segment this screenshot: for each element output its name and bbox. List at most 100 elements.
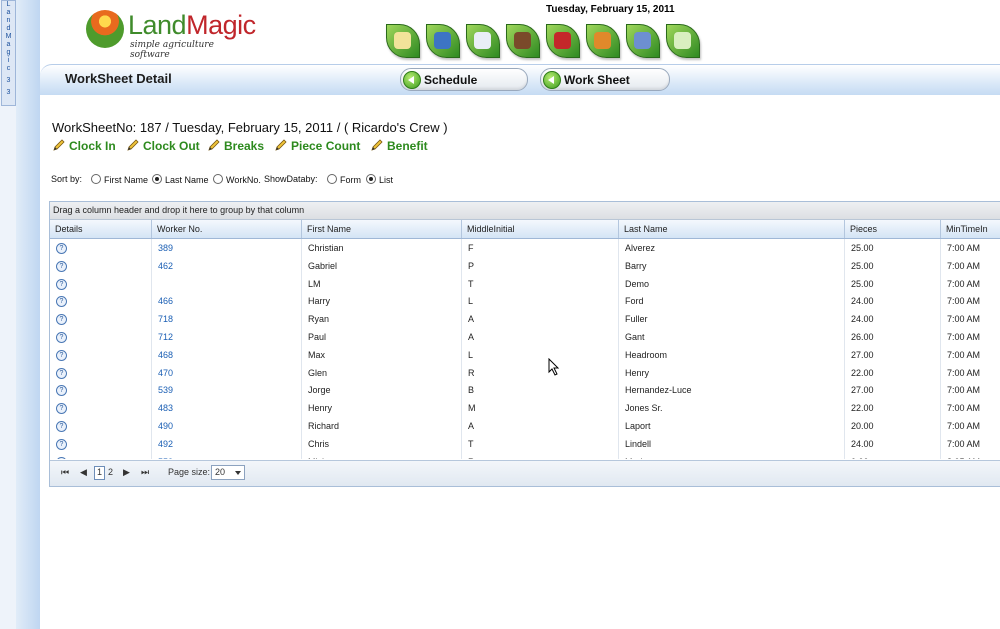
column-header-last-name[interactable]: Last Name bbox=[619, 220, 845, 238]
cell-text: 25.00 bbox=[851, 243, 874, 253]
details-cell: ? bbox=[50, 417, 152, 435]
first-page-icon[interactable]: ⏮ bbox=[61, 467, 69, 478]
table-cell: Richard bbox=[302, 417, 462, 435]
table-row[interactable]: ? 462 Gabriel P Barry 25.00 7:00 AM bbox=[50, 256, 1000, 275]
show-list[interactable]: List bbox=[366, 174, 393, 185]
show-form[interactable]: Form bbox=[327, 174, 361, 185]
clock-person-icon[interactable] bbox=[466, 24, 500, 58]
grid-body: ? 389 Christian F Alverez 25.00 7:00 AM? 462 Gab… bbox=[50, 239, 1000, 459]
table-cell: L bbox=[462, 345, 619, 364]
produce-glyph bbox=[594, 32, 611, 49]
column-header-pieces[interactable]: Pieces bbox=[845, 220, 941, 238]
group-panel[interactable]: Drag a column header and drop it here to… bbox=[50, 202, 1000, 220]
barn-icon[interactable] bbox=[546, 24, 580, 58]
details-help-icon[interactable]: ? bbox=[56, 385, 67, 397]
money-icon[interactable] bbox=[666, 24, 700, 58]
sort-first-name[interactable]: First Name bbox=[91, 174, 148, 185]
action-benefit[interactable]: Benefit bbox=[370, 138, 428, 158]
table-row[interactable]: ? 492 Chris T Lindell 24.00 7:00 AM bbox=[50, 434, 1000, 453]
pencil-icon bbox=[371, 139, 383, 151]
details-help-icon[interactable]: ? bbox=[56, 296, 67, 308]
cell-text: 7:00 AM bbox=[947, 296, 981, 307]
page-1-button[interactable]: 1 bbox=[94, 466, 105, 480]
cell-text: R bbox=[468, 367, 475, 378]
prev-page-icon[interactable]: ◀ bbox=[80, 467, 87, 478]
column-header-mintimein[interactable]: MinTimeIn bbox=[941, 220, 1000, 238]
worker-no-link[interactable]: 492 bbox=[152, 434, 302, 453]
worker-no-link[interactable]: 462 bbox=[152, 256, 302, 275]
table-cell: Glen bbox=[302, 363, 462, 382]
worker-no-link[interactable] bbox=[152, 274, 302, 293]
worker-no-link[interactable]: 490 bbox=[152, 417, 302, 435]
details-help-icon[interactable]: ? bbox=[56, 438, 67, 450]
table-cell: 8:05 AM bbox=[941, 453, 1000, 459]
schedule-button[interactable]: Schedule bbox=[400, 68, 528, 91]
page-2-button[interactable]: 2 bbox=[108, 467, 113, 477]
worker-no-link[interactable]: 553 bbox=[152, 452, 302, 459]
radio-icon bbox=[327, 174, 337, 184]
cell-text: Henry bbox=[625, 367, 650, 378]
table-row[interactable]: ? 466 Harry L Ford 24.00 7:00 AM bbox=[50, 292, 1000, 311]
table-cell: 7:00 AM bbox=[941, 257, 1000, 275]
table-cell: 25.00 bbox=[845, 239, 941, 257]
worker-no-link[interactable]: 468 bbox=[152, 345, 302, 364]
sort-last-name[interactable]: Last Name bbox=[152, 174, 209, 185]
action-breaks[interactable]: Breaks bbox=[207, 138, 264, 158]
column-header-details[interactable]: Details bbox=[50, 220, 152, 238]
produce-icon[interactable] bbox=[586, 24, 620, 58]
house-icon[interactable] bbox=[506, 24, 540, 58]
worksheet-button[interactable]: Work Sheet bbox=[540, 68, 670, 91]
last-page-icon[interactable]: ⏭ bbox=[141, 467, 149, 478]
table-row[interactable]: ? LM T Demo 25.00 7:00 AM bbox=[50, 274, 1000, 293]
worker-no-link[interactable]: 466 bbox=[152, 292, 302, 311]
details-help-icon[interactable]: ? bbox=[56, 349, 67, 361]
details-help-icon[interactable]: ? bbox=[56, 332, 67, 343]
cell-text: L bbox=[468, 349, 474, 360]
worker-no-link[interactable]: 539 bbox=[152, 381, 302, 400]
page-size-select[interactable]: 20 bbox=[211, 465, 245, 480]
column-header-middleinitial[interactable]: MiddleInitial bbox=[462, 220, 619, 238]
action-clock-out[interactable]: Clock Out bbox=[126, 138, 200, 158]
table-row[interactable]: ? 483 Henry M Jones Sr. 22.00 7:00 AM bbox=[50, 399, 1000, 418]
logo-main: Land bbox=[128, 10, 187, 40]
worker-no-link[interactable]: 712 bbox=[152, 328, 302, 346]
details-help-icon[interactable]: ? bbox=[56, 260, 67, 272]
column-header-worker-no[interactable]: Worker No. bbox=[152, 220, 302, 238]
worker-no-link[interactable]: 718 bbox=[152, 310, 302, 329]
table-row[interactable]: ? 712 Paul A Gant 26.00 7:00 AM bbox=[50, 328, 1000, 346]
table-row[interactable]: ? 718 Ryan A Fuller 24.00 7:00 AM bbox=[50, 310, 1000, 329]
next-page-icon[interactable]: ▶ bbox=[123, 467, 130, 478]
details-help-icon[interactable]: ? bbox=[56, 243, 67, 254]
worker-no-link[interactable]: 389 bbox=[152, 239, 302, 257]
table-cell: P bbox=[462, 256, 619, 275]
worker-no-link[interactable]: 483 bbox=[152, 399, 302, 418]
table-row[interactable]: ? 490 Richard A Laport 20.00 7:00 AM bbox=[50, 417, 1000, 435]
details-help-icon[interactable]: ? bbox=[56, 421, 67, 432]
details-help-icon[interactable]: ? bbox=[56, 367, 67, 379]
table-row[interactable]: ? 468 Max L Headroom 27.00 7:00 AM bbox=[50, 345, 1000, 364]
column-header-first-name[interactable]: First Name bbox=[302, 220, 462, 238]
details-help-icon[interactable]: ? bbox=[56, 456, 67, 459]
report-icon[interactable] bbox=[626, 24, 660, 58]
dashboard-icon[interactable] bbox=[386, 24, 420, 58]
table-row[interactable]: ? 470 Glen R Henry 22.00 7:00 AM bbox=[50, 363, 1000, 382]
cell-text: 7:00 AM bbox=[947, 278, 981, 289]
action-piece-count[interactable]: Piece Count bbox=[274, 138, 360, 158]
details-help-icon[interactable]: ? bbox=[56, 314, 67, 326]
details-help-icon[interactable]: ? bbox=[56, 403, 67, 415]
details-help-icon[interactable]: ? bbox=[56, 278, 67, 290]
cell-text: 492 bbox=[158, 438, 174, 449]
table-row[interactable]: ? 539 Jorge B Hernandez-Luce 27.00 7:00 AM bbox=[50, 381, 1000, 400]
action-clock-in[interactable]: Clock In bbox=[52, 138, 116, 158]
cell-text: 389 bbox=[158, 243, 174, 253]
cell-text: A bbox=[468, 421, 475, 431]
sort-workno[interactable]: WorkNo. bbox=[213, 174, 261, 185]
cell-text: 24.00 bbox=[851, 438, 874, 449]
table-cell: Max bbox=[302, 345, 462, 364]
globe-icon[interactable] bbox=[426, 24, 460, 58]
table-row[interactable]: ? 389 Christian F Alverez 25.00 7:00 AM bbox=[50, 239, 1000, 257]
blue-edge bbox=[16, 0, 40, 629]
table-row[interactable]: ? 553 Mich R Mark 0.00 8:05 AM bbox=[50, 452, 1000, 459]
landmagic-side-tab[interactable]: LandMagic33 bbox=[1, 0, 16, 106]
worker-no-link[interactable]: 470 bbox=[152, 363, 302, 382]
